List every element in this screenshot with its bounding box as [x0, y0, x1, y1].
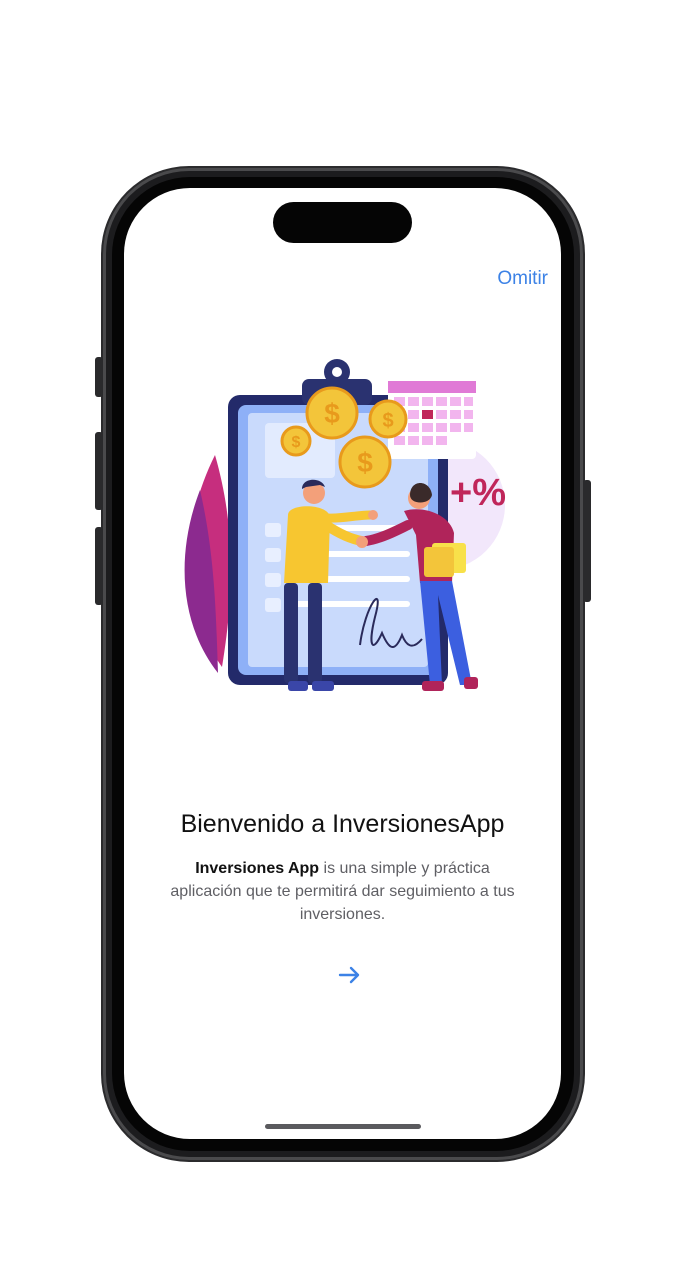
skip-button[interactable]: Omitir	[497, 268, 548, 290]
volume-down-button	[95, 527, 103, 605]
svg-text:$: $	[292, 434, 301, 451]
next-button[interactable]	[333, 960, 365, 990]
action-button	[95, 357, 103, 397]
power-button	[583, 480, 591, 602]
svg-text:$: $	[357, 447, 373, 478]
svg-text:$: $	[324, 398, 340, 429]
welcome-illustration: $ $ $ $ +%	[170, 355, 515, 700]
welcome-description: Inversiones App is una simple y práctica…	[170, 857, 515, 926]
arrow-right-icon	[338, 966, 360, 984]
welcome-title: Bienvenido a InversionesApp	[180, 810, 505, 838]
illustration-badge: +%	[450, 472, 506, 514]
home-indicator[interactable]	[265, 1124, 421, 1129]
volume-up-button	[95, 432, 103, 510]
svg-text:$: $	[382, 410, 393, 432]
dynamic-island	[273, 202, 412, 243]
app-name-highlight: Inversiones App	[195, 860, 320, 877]
